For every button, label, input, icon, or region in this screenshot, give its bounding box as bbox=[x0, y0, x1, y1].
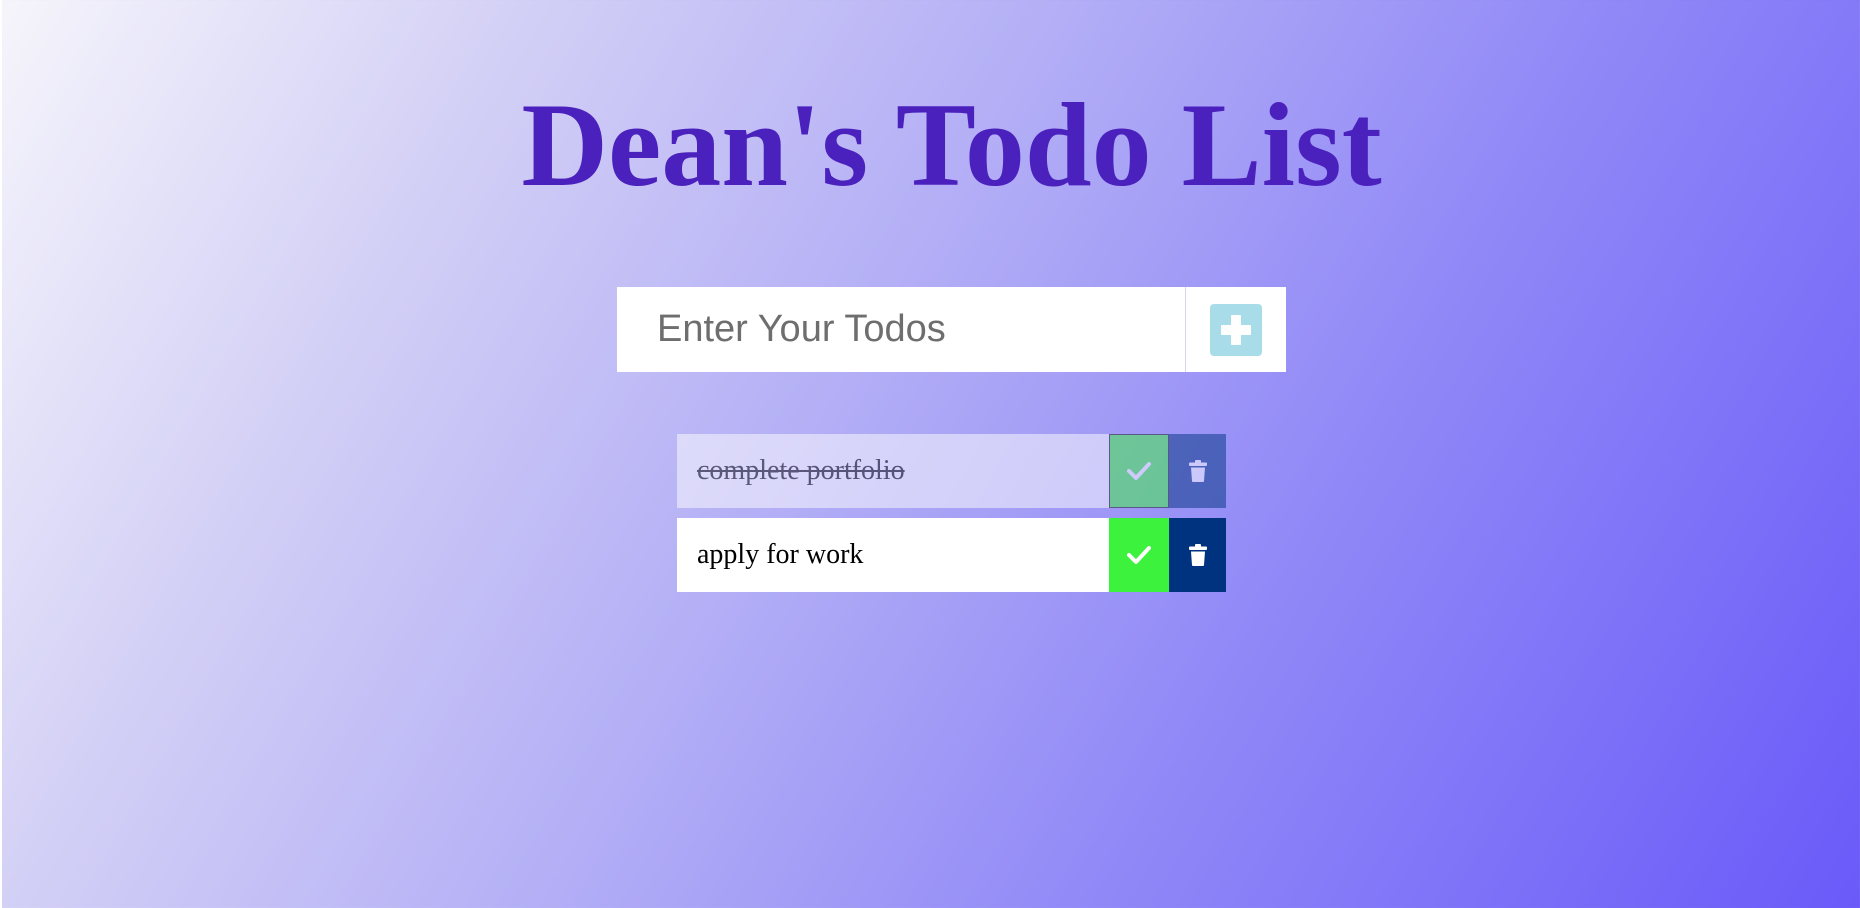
plus-icon bbox=[1221, 314, 1251, 345]
todo-text: apply for work bbox=[697, 539, 864, 570]
todo-list: complete portfolio apply for work bbox=[677, 434, 1226, 602]
check-icon bbox=[1127, 546, 1151, 564]
page-title: Dean's Todo List bbox=[521, 78, 1382, 211]
delete-button[interactable] bbox=[1169, 518, 1226, 592]
todo-text: complete portfolio bbox=[697, 455, 905, 486]
trash-icon bbox=[1188, 460, 1207, 482]
todo-form bbox=[617, 287, 1286, 372]
add-button-square[interactable] bbox=[1210, 303, 1262, 356]
todo-item: complete portfolio bbox=[677, 434, 1226, 508]
complete-button[interactable] bbox=[1109, 434, 1169, 508]
todo-item: apply for work bbox=[677, 518, 1226, 592]
delete-button[interactable] bbox=[1169, 434, 1226, 508]
check-icon bbox=[1127, 462, 1151, 480]
todo-input[interactable] bbox=[617, 287, 1185, 372]
trash-icon bbox=[1188, 544, 1207, 566]
complete-button[interactable] bbox=[1109, 518, 1169, 592]
add-todo-button[interactable] bbox=[1185, 287, 1286, 372]
